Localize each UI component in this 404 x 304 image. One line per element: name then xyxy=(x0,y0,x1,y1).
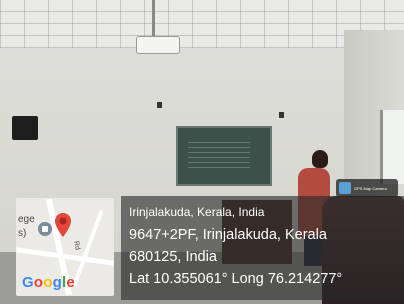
map-label: s) xyxy=(18,228,27,239)
map-pin-icon xyxy=(55,213,71,237)
ceiling-projector xyxy=(136,36,180,54)
map-thumbnail: ege s) Rd Google xyxy=(16,198,114,296)
map-road-label: Rd xyxy=(72,240,81,251)
classroom-photo: GPS Map Camera Irinjalakuda, Kerala, Ind… xyxy=(0,0,404,304)
address-line-2: 680125, India xyxy=(129,249,217,265)
app-badge-label: GPS Map Camera xyxy=(354,185,387,191)
app-badge: GPS Map Camera xyxy=(336,179,398,197)
wall-socket xyxy=(157,102,162,108)
google-logo: Google xyxy=(22,274,75,291)
gps-camera-icon xyxy=(339,182,351,194)
school-icon xyxy=(38,222,52,236)
place-text: Irinjalakuda, Kerala, India xyxy=(129,205,265,219)
coordinates-text: Lat 10.355061° Long 76.214277° xyxy=(129,271,343,287)
wall-speaker xyxy=(12,116,38,140)
wall-socket xyxy=(279,112,284,118)
window xyxy=(380,110,404,184)
projector-mount xyxy=(152,0,155,38)
chalkboard xyxy=(176,126,272,186)
map-label: ege xyxy=(18,214,35,225)
address-line-1: 9647+2PF, Irinjalakuda, Kerala xyxy=(129,227,327,243)
person-head xyxy=(312,150,328,168)
